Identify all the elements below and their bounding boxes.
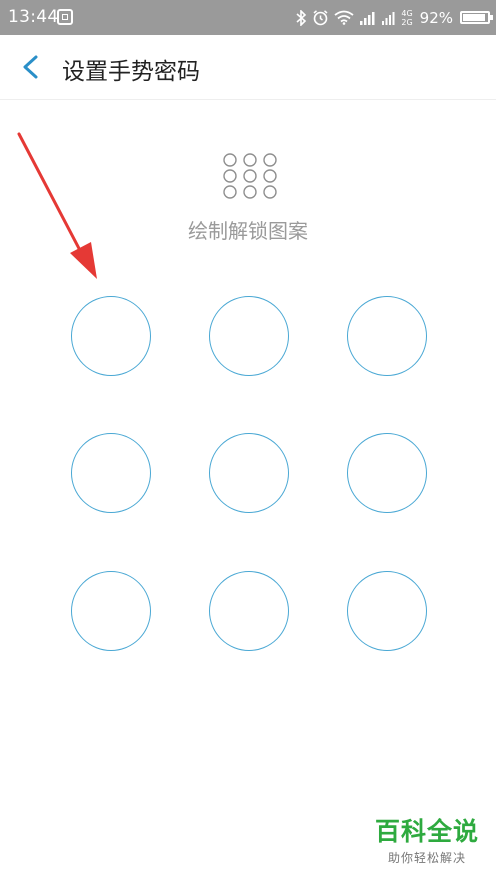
network-type-label: 4G 2G — [401, 9, 412, 27]
bluetooth-icon — [296, 9, 307, 26]
pattern-dot-9[interactable] — [347, 571, 427, 651]
pattern-dot-1[interactable] — [71, 296, 151, 376]
battery-fill — [463, 14, 485, 21]
battery-icon — [460, 11, 493, 24]
status-icons: 4G 2G 92% — [295, 0, 493, 35]
pattern-dot-3[interactable] — [347, 296, 427, 376]
battery-percent: 92% — [419, 8, 453, 27]
watermark-subtitle: 助你轻松解决 — [387, 851, 466, 865]
annotation-arrow — [17, 132, 97, 279]
network-top: 4G — [401, 8, 413, 18]
alarm-icon — [313, 10, 328, 26]
pattern-dot-2[interactable] — [209, 296, 289, 376]
signal-icon-1 — [360, 11, 375, 25]
watermark: 百科全说 助你轻松解决 — [372, 812, 482, 866]
pattern-dot-6[interactable] — [347, 433, 427, 513]
wifi-icon — [334, 10, 354, 25]
signal-icon-2 — [382, 11, 395, 25]
network-bottom: 2G — [401, 17, 413, 27]
watermark-title: 百科全说 — [374, 817, 479, 846]
pattern-dot-8[interactable] — [209, 571, 289, 651]
pattern-dot-4[interactable] — [71, 433, 151, 513]
pattern-grid-icon — [223, 153, 277, 199]
pattern-dot-7[interactable] — [71, 571, 151, 651]
pattern-dot-5[interactable] — [209, 433, 289, 513]
